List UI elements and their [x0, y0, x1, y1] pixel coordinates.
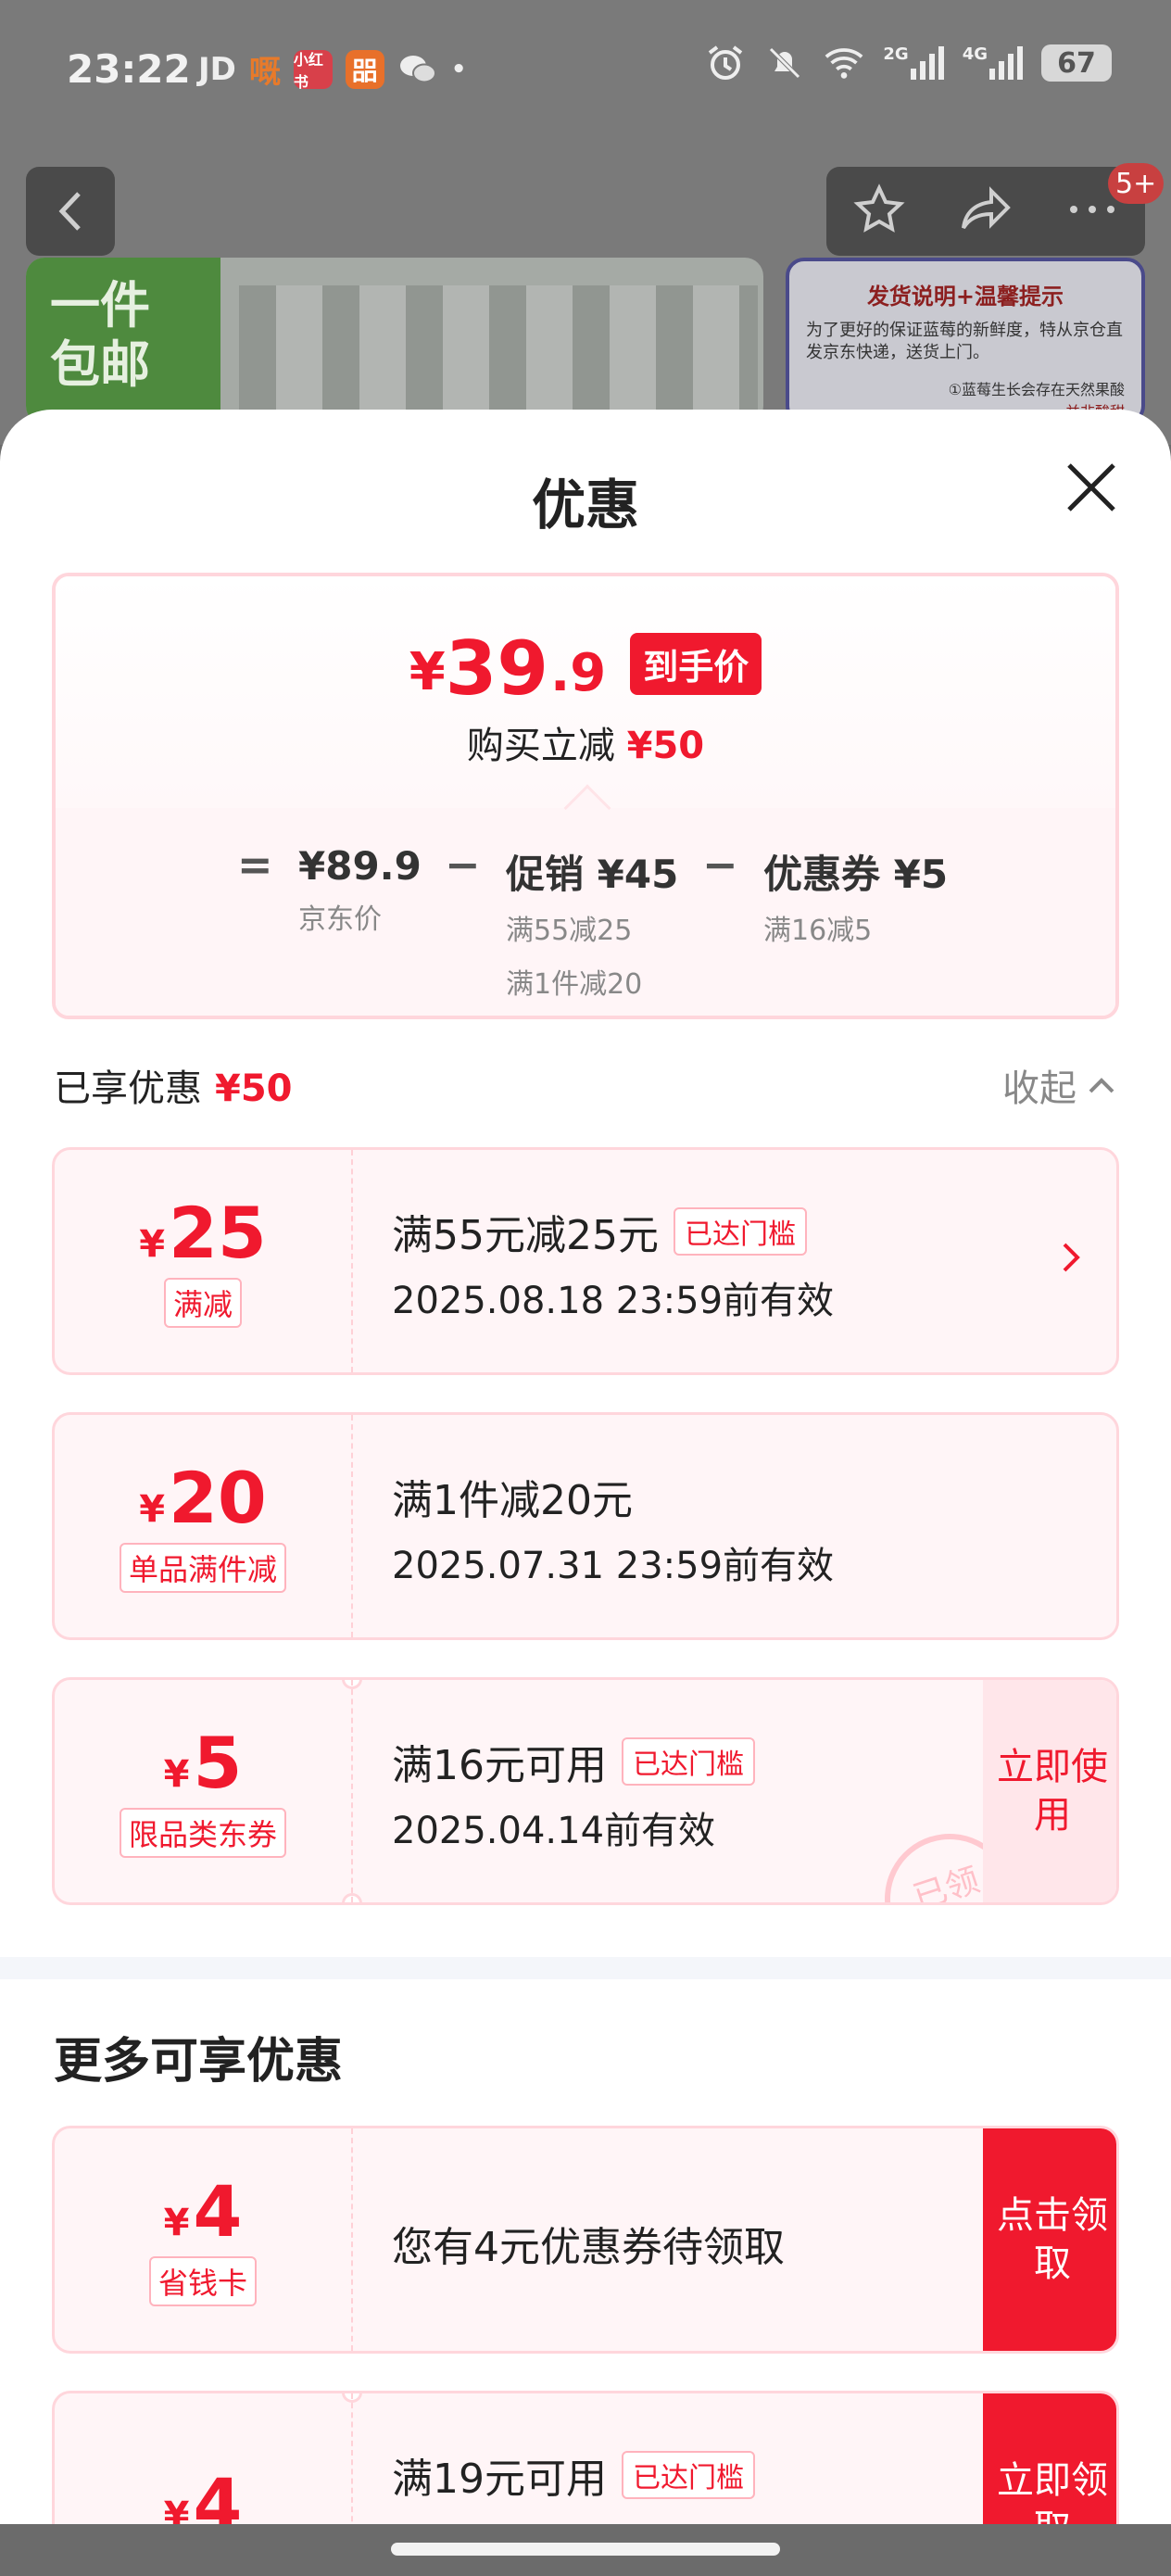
claim-button[interactable]: 点击领取 — [983, 2128, 1116, 2351]
discount-sheet: 优惠 ¥ 39 .9 到手价 购买立减 ¥50 = ¥89.9 京东价 − 促销… — [0, 410, 1171, 2576]
chevron-up-icon — [1089, 1078, 1114, 1093]
more-discounts-title: 更多可享优惠 — [54, 2034, 344, 2090]
more-icon[interactable] — [1066, 200, 1118, 222]
promo-amount: 促销 ¥45 — [506, 852, 679, 897]
threshold-met-badge: 已达门槛 — [622, 1737, 755, 1786]
coupon-type-badge: 限品类东券 — [119, 1808, 286, 1858]
collapse-button[interactable]: 收起 — [1002, 1058, 1115, 1112]
reduction-label: 购买立减 — [466, 725, 615, 767]
threshold-met-badge: 已达门槛 — [673, 1207, 807, 1256]
promo-item: 促销 ¥45 满55减25 满1件减20 — [506, 843, 678, 1002]
coupon-card[interactable]: ¥25 满减 满55元减25元 已达门槛 2025.08.18 23:59前有效 — [52, 1147, 1119, 1375]
coupon-title: 满55元减25元 — [392, 1212, 659, 1259]
product-image-banner: 一件包邮 — [26, 258, 763, 424]
coupon-type-badge: 单品满件减 — [119, 1543, 286, 1593]
coupon-amount: 优惠券 ¥5 — [763, 852, 949, 897]
coupon-value: ¥25 — [139, 1192, 267, 1274]
home-indicator[interactable] — [391, 2543, 780, 2556]
coupon-validity: 2025.07.31 23:59前有效 — [392, 1545, 835, 1587]
notice-title: 发货说明+温馨提示 — [866, 284, 1064, 309]
price-reduction: 购买立减 ¥50 — [56, 715, 1115, 769]
coupon-item: 优惠券 ¥5 满16减5 — [763, 843, 948, 948]
promo-detail: 满55减25 — [506, 915, 633, 947]
wifi-icon — [824, 43, 864, 83]
chevron-left-icon — [58, 192, 81, 231]
share-icon[interactable] — [958, 183, 1014, 239]
signal-2g-icon: 2G — [883, 44, 944, 82]
coupon-type-badge: 省钱卡 — [148, 2256, 257, 2306]
xiaohongshu-icon: 小红书 — [293, 49, 333, 91]
promo-detail: 满1件减20 — [506, 968, 643, 1001]
back-button[interactable] — [26, 167, 115, 256]
coupon-detail: 满16减5 — [763, 915, 873, 947]
notice-text: ①蓝莓生长会存在天然果酸 — [948, 381, 1125, 398]
star-icon[interactable] — [853, 183, 905, 239]
price-decimal: .9 — [550, 643, 607, 703]
threshold-met-badge: 已达门槛 — [622, 2451, 755, 2499]
coupon-type-badge: 满减 — [163, 1278, 242, 1328]
notice-text: 为了更好的保证蓝莓的新鲜度，特从京仓直发京东快递，送货上门。 — [806, 321, 1123, 362]
status-time: 23:22 — [67, 46, 191, 92]
section-divider — [0, 1957, 1171, 1979]
chevron-right-icon[interactable] — [1057, 1239, 1085, 1276]
signal-4g-icon: 4G — [963, 44, 1023, 82]
jd-price-item: ¥89.9 京东价 — [298, 843, 422, 937]
app-icon: 嘅 — [248, 54, 281, 91]
enjoyed-label: 已享优惠 — [54, 1067, 202, 1110]
enjoyed-value: ¥50 — [215, 1067, 293, 1110]
free-shipping-tag: 一件包邮 — [26, 258, 220, 424]
coupon-value: ¥5 — [163, 1722, 243, 1804]
coupon-card: ¥5 限品类东券 满16元可用 已达门槛 2025.04.14前有效 已领 立即… — [52, 1677, 1119, 1905]
background-page: 23:22 JD 嘅 小红书 㗊 • 2G 4G 67 5+ 一件包邮 发货说明… — [0, 0, 1171, 445]
jd-app-icon: JD — [198, 50, 236, 88]
coupon-validity: 2025.04.14前有效 — [392, 1810, 716, 1852]
coupon-value: ¥4 — [163, 2170, 243, 2253]
status-bar: 23:22 JD 嘅 小红书 㗊 • 2G 4G 67 — [0, 0, 1171, 139]
close-button[interactable] — [1058, 454, 1125, 521]
notification-dot: • — [450, 55, 467, 83]
reduction-value: ¥50 — [626, 725, 705, 767]
minus-sign: − — [702, 840, 738, 890]
shipping-notice-banner: 发货说明+温馨提示 为了更好的保证蓝莓的新鲜度，特从京仓直发京东快递，送货上门。… — [786, 258, 1145, 424]
coupon-title: 您有4元优惠券待领取 — [392, 2224, 785, 2271]
alarm-icon — [705, 43, 746, 83]
use-now-button[interactable]: 立即使用 — [983, 1680, 1116, 1902]
close-icon — [1067, 463, 1115, 511]
app-icon: 㗊 — [345, 49, 384, 89]
coupon-title: 满16元可用 — [392, 1742, 607, 1789]
message-count-badge: 5+ — [1108, 163, 1165, 204]
product-image — [239, 285, 758, 424]
sheet-title: 优惠 — [531, 474, 639, 537]
collapse-label: 收起 — [1002, 1067, 1077, 1110]
status-app-icons: JD 嘅 小红书 㗊 • — [198, 46, 467, 92]
final-price-card: ¥ 39 .9 到手价 购买立减 ¥50 = ¥89.9 京东价 − 促销 ¥4… — [52, 573, 1119, 1019]
mute-icon — [764, 43, 805, 83]
coupon-card: ¥20 单品满件减 满1件减20元 2025.07.31 23:59前有效 — [52, 1412, 1119, 1640]
final-price-tag: 到手价 — [630, 633, 762, 695]
coupon-validity: 2025.08.18 23:59前有效 — [392, 1280, 835, 1322]
equals-sign: = — [237, 840, 273, 890]
price-integer: 39 — [445, 625, 549, 712]
jd-price: ¥89.9 — [298, 843, 422, 889]
enjoyed-discount-header: 已享优惠 ¥50 — [54, 1058, 293, 1112]
top-action-buttons — [826, 167, 1145, 256]
final-price: ¥ 39 .9 到手价 — [56, 630, 1115, 708]
coupon-title: 满19元可用 — [392, 2456, 607, 2503]
battery-indicator: 67 — [1041, 44, 1112, 82]
jd-price-label: 京东价 — [298, 903, 382, 936]
status-indicators: 2G 4G 67 — [705, 43, 1112, 83]
coupon-value: ¥20 — [139, 1457, 267, 1539]
coupon-card: ¥4 省钱卡 您有4元优惠券待领取 点击领取 — [52, 2126, 1119, 2354]
price-currency: ¥ — [409, 642, 446, 702]
price-breakdown: = ¥89.9 京东价 − 促销 ¥45 满55减25 满1件减20 − 优惠券… — [56, 808, 1115, 1016]
wechat-icon — [397, 49, 438, 90]
coupon-title: 满1件减20元 — [392, 1477, 633, 1524]
minus-sign: − — [445, 840, 481, 890]
